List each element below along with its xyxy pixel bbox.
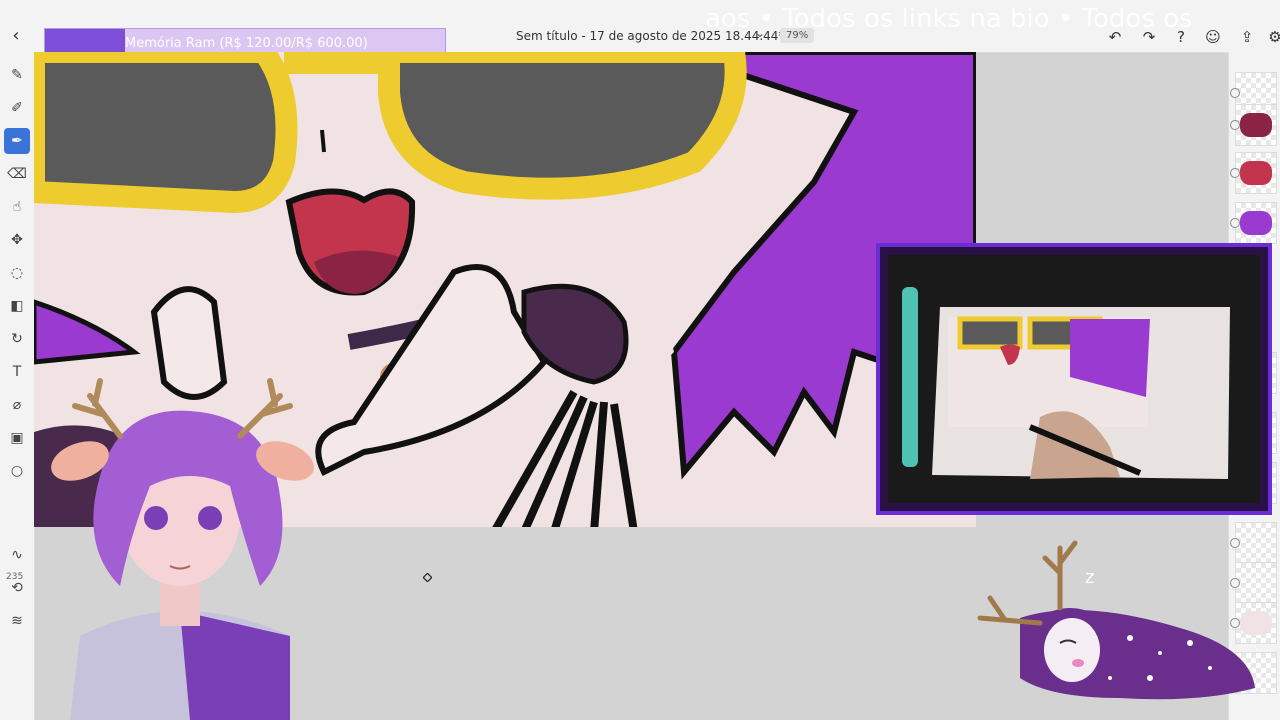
vtuber-avatar [51,378,314,720]
svg-text:z: z [1085,567,1094,588]
share-icon[interactable]: ⇪ [1236,26,1258,48]
symmetry-icon[interactable]: ⟲ [4,575,30,601]
liquify-tool-icon[interactable]: ↻ [4,326,30,352]
layer-preview-shape [1240,113,1272,137]
eraser-tool-icon[interactable]: ⌫ [4,161,30,187]
ram-usage-label: Memória Ram (R$ 120.00/R$ 600.00) [125,36,368,51]
layer-preview-shape [1240,161,1272,185]
layer-visibility-toggle-icon[interactable] [1230,218,1240,228]
layer-thumbnail-layer-4[interactable] [1230,202,1277,244]
tools-sidebar: 235 ✎ ✐ ✒ ⌫ ☝ ✥ ◌ ◧ ↻ T ⌀ ▣ ○ ∿ ⟲ ≋ [0,52,35,720]
image-tool-icon[interactable]: ▣ [4,425,30,451]
move-tool-icon[interactable]: ✥ [4,227,30,253]
stream-ticker-text: aos • Todos os links na bio • Todos os [705,4,1193,34]
layer-visibility-toggle-icon[interactable] [1230,168,1240,178]
webcam-overlay [876,243,1272,515]
stroke-smoothing-icon[interactable]: ∿ [4,542,30,568]
layer-preview-shape [1240,211,1272,235]
account-icon[interactable]: ☺ [1202,26,1224,48]
lasso-tool-icon[interactable]: ◌ [4,260,30,286]
brush-tool-icon[interactable]: ✎ [4,62,30,88]
layer-thumbnail-layer-2[interactable] [1230,104,1277,146]
pencil-tool-icon[interactable]: ✐ [4,95,30,121]
layer-visibility-toggle-icon[interactable] [1230,120,1240,130]
webcam-feed [888,255,1260,503]
layer-thumbnail-layer-3[interactable] [1230,152,1277,194]
smudge-tool-icon[interactable]: ☝ [4,194,30,220]
brush-cursor-icon [423,573,432,582]
ink-brush-tool-icon[interactable]: ✒ [4,128,30,154]
text-tool-icon[interactable]: T [4,359,30,385]
adjust-icon[interactable]: ≋ [4,608,30,634]
settings-icon[interactable]: ⚙ [1264,26,1280,48]
layer-visibility-toggle-icon[interactable] [1230,88,1240,98]
fill-tool-icon[interactable]: ◧ [4,293,30,319]
color-swatch-icon[interactable]: ○ [4,458,30,484]
back-chevron-icon[interactable]: ‹ [6,24,26,48]
sleeping-deer-mascot: z [977,540,1255,700]
eyedropper-tool-icon[interactable]: ⌀ [4,392,30,418]
